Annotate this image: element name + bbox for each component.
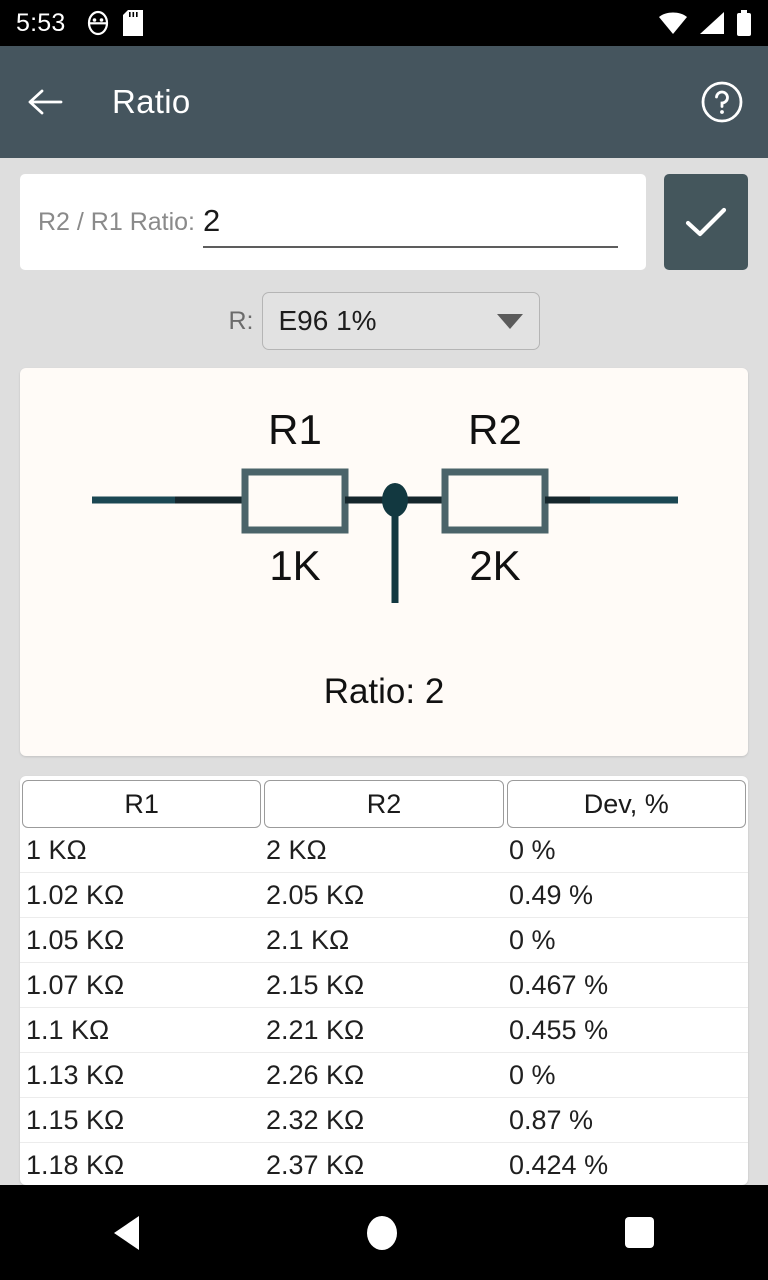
main-content: R2 / R1 Ratio: 2 R: E96 1% R1 1K R2 2K R… bbox=[0, 158, 768, 1185]
r1-value: 1K bbox=[269, 542, 320, 589]
table-cell-r2: 2.37 KΩ bbox=[266, 1149, 365, 1180]
android-nav-bar bbox=[0, 1185, 768, 1280]
table-header-row: R1 R2 Dev, % bbox=[20, 776, 748, 828]
battery-icon bbox=[736, 10, 752, 36]
table-cell-dev: 0.455 % bbox=[509, 1014, 609, 1045]
table-cell-dev: 0.87 % bbox=[509, 1104, 594, 1135]
table-cell-dev: 0 % bbox=[509, 1059, 556, 1090]
app-screen: 5:53 Ratio R2 / R1 Ratio: 2 R: E96 1% R1… bbox=[0, 0, 768, 1280]
arrow-back-icon bbox=[28, 89, 63, 115]
wifi-icon bbox=[658, 11, 688, 35]
status-bar: 5:53 bbox=[0, 0, 768, 46]
table-row[interactable]: 1.15 KΩ 2.32 KΩ 0.87 % bbox=[20, 1098, 748, 1143]
table-body: 1 KΩ 2 KΩ 0 % 1.02 KΩ 2.05 KΩ 0.49 % 1.05 KΩ 2.… bbox=[20, 828, 748, 1185]
ratio-input-value[interactable]: 2 bbox=[203, 205, 220, 240]
table-row[interactable]: 1.07 KΩ 2.15 KΩ 0.467 % bbox=[20, 963, 748, 1008]
table-cell-r2: 2.15 KΩ bbox=[266, 969, 365, 1000]
table-cell-r1: 1.07 KΩ bbox=[26, 969, 125, 1000]
diagram-ratio-caption: Ratio: 2 bbox=[323, 672, 445, 711]
ratio-input-value-wrap[interactable]: 2 bbox=[203, 174, 628, 270]
cellular-signal-icon bbox=[698, 11, 726, 35]
r2-value: 2K bbox=[469, 542, 520, 589]
table-cell-dev: 0.467 % bbox=[509, 969, 609, 1000]
status-left-icons bbox=[87, 10, 144, 36]
input-underline bbox=[203, 246, 618, 248]
square-recents-icon[interactable] bbox=[625, 1217, 654, 1248]
table-cell-r2: 2.26 KΩ bbox=[266, 1059, 365, 1090]
table-cell-r2: 2.21 KΩ bbox=[266, 1014, 365, 1045]
sd-card-icon bbox=[123, 10, 144, 36]
table-cell-r1: 1.15 KΩ bbox=[26, 1104, 125, 1135]
series-dropdown-value: E96 1% bbox=[278, 305, 377, 336]
status-time: 5:53 bbox=[16, 8, 66, 37]
table-row[interactable]: 1.02 KΩ 2.05 KΩ 0.49 % bbox=[20, 873, 748, 918]
circle-home-icon[interactable] bbox=[367, 1215, 397, 1250]
table-row[interactable]: 1.18 KΩ 2.37 KΩ 0.424 % bbox=[20, 1143, 748, 1185]
table-cell-r1: 1.18 KΩ bbox=[26, 1149, 125, 1180]
ratio-input-row: R2 / R1 Ratio: 2 bbox=[20, 174, 748, 270]
chevron-down-icon bbox=[496, 313, 523, 329]
table-cell-r2: 2.32 KΩ bbox=[266, 1104, 365, 1135]
series-select-label: R: bbox=[228, 306, 254, 335]
table-row[interactable]: 1.13 KΩ 2.26 KΩ 0 % bbox=[20, 1053, 748, 1098]
table-row[interactable]: 1 KΩ 2 KΩ 0 % bbox=[20, 828, 748, 873]
status-right-icons bbox=[658, 10, 752, 36]
check-icon bbox=[685, 207, 727, 237]
table-header-r2[interactable]: R2 bbox=[264, 780, 504, 828]
ratio-input-field[interactable]: R2 / R1 Ratio: 2 bbox=[20, 174, 646, 270]
table-cell-r2: 2.05 KΩ bbox=[266, 879, 365, 910]
table-cell-r1: 1.05 KΩ bbox=[26, 924, 125, 955]
table-header-dev[interactable]: Dev, % bbox=[506, 780, 746, 828]
series-dropdown[interactable]: E96 1% bbox=[261, 292, 540, 350]
table-row[interactable]: 1.05 KΩ 2.1 KΩ 0 % bbox=[20, 918, 748, 963]
table-row[interactable]: 1.1 KΩ 2.21 KΩ 0.455 % bbox=[20, 1008, 748, 1053]
table-cell-r2: 2 KΩ bbox=[266, 834, 327, 865]
table-cell-dev: 0.49 % bbox=[509, 879, 594, 910]
table-cell-dev: 0.424 % bbox=[509, 1149, 609, 1180]
r2-label: R2 bbox=[468, 406, 522, 453]
help-button[interactable] bbox=[698, 78, 746, 126]
confirm-button[interactable] bbox=[664, 174, 748, 270]
table-cell-r1: 1.02 KΩ bbox=[26, 879, 125, 910]
triangle-back-icon[interactable] bbox=[114, 1215, 139, 1250]
ratio-input-label: R2 / R1 Ratio: bbox=[38, 207, 196, 236]
table-cell-r1: 1.1 KΩ bbox=[26, 1014, 110, 1045]
series-select-row: R: E96 1% bbox=[20, 292, 748, 350]
android-debug-icon bbox=[87, 10, 109, 36]
table-cell-r1: 1.13 KΩ bbox=[26, 1059, 125, 1090]
circuit-diagram-svg: R1 1K R2 2K bbox=[92, 406, 678, 603]
table-cell-dev: 0 % bbox=[509, 834, 556, 865]
page-title: Ratio bbox=[112, 83, 191, 120]
table-cell-r1: 1 KΩ bbox=[26, 834, 87, 865]
results-table: R1 R2 Dev, % 1 KΩ 2 KΩ 0 % 1.02 KΩ 2.05 KΩ 0.… bbox=[20, 776, 748, 1185]
circuit-diagram-card: R1 1K R2 2K Ratio: 2 bbox=[20, 368, 748, 756]
app-bar: Ratio bbox=[0, 46, 768, 158]
back-button[interactable] bbox=[22, 78, 70, 126]
table-header-r1[interactable]: R1 bbox=[22, 780, 262, 828]
r1-label: R1 bbox=[268, 406, 322, 453]
table-cell-r2: 2.1 KΩ bbox=[266, 924, 350, 955]
table-cell-dev: 0 % bbox=[509, 924, 556, 955]
help-circle-icon bbox=[701, 81, 743, 123]
